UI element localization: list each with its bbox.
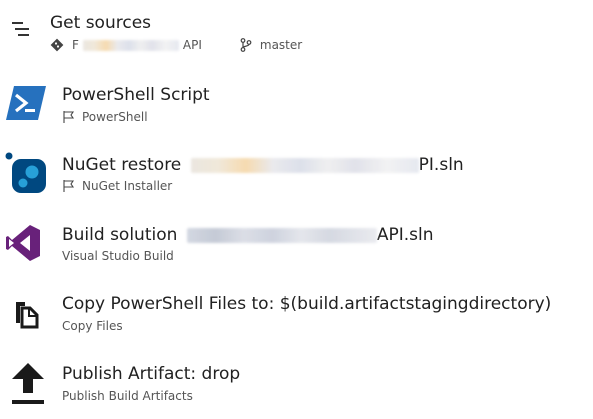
task-subtitle: Publish Build Artifacts <box>62 388 193 404</box>
task-type: Copy Files <box>62 319 123 333</box>
task-title: Build solution API.sln <box>62 224 433 246</box>
task-title-prefix: Build solution <box>62 225 178 245</box>
repository-name-prefix: F <box>72 38 79 52</box>
git-repo-icon <box>50 38 64 52</box>
task-powershell-script[interactable]: PowerShell Script PowerShell <box>0 76 593 140</box>
flag-icon <box>63 111 75 123</box>
task-type: Publish Build Artifacts <box>62 389 193 403</box>
get-sources-list-icon <box>12 22 29 36</box>
task-title: Publish Artifact: drop <box>62 364 241 384</box>
task-title-prefix: NuGet restore <box>62 155 182 175</box>
task-type: NuGet Installer <box>82 179 173 193</box>
task-subtitle: PowerShell <box>62 109 148 125</box>
task-nuget-restore[interactable]: NuGet restore PI.sln NuGet Installer <box>0 145 593 209</box>
task-title-suffix: PI.sln <box>418 155 464 175</box>
task-title-suffix: API.sln <box>376 225 434 245</box>
branch-name: master <box>259 38 303 52</box>
repository-name-suffix: API <box>182 38 202 52</box>
task-build-solution[interactable]: Build solution API.sln Visual Studio Bui… <box>0 215 593 279</box>
redacted-solution-name <box>186 227 377 243</box>
task-publish-artifact[interactable]: Publish Artifact: drop Publish Build Art… <box>0 355 593 419</box>
task-title: Copy PowerShell Files to: $(build.artifa… <box>62 294 552 314</box>
task-copy-files[interactable]: Copy PowerShell Files to: $(build.artifa… <box>0 285 593 349</box>
copy-files-icon <box>16 302 39 329</box>
task-subtitle: Copy Files <box>62 318 123 334</box>
task-title: Get sources <box>50 13 152 33</box>
task-get-sources[interactable]: Get sources F API master <box>0 4 593 68</box>
powershell-icon <box>6 86 46 120</box>
task-subtitle: F API master <box>50 37 302 53</box>
task-title: NuGet restore PI.sln <box>62 154 464 176</box>
task-subtitle: Visual Studio Build <box>62 248 174 264</box>
upload-arrow-icon <box>12 363 44 404</box>
repository: F API <box>50 37 202 53</box>
flag-icon <box>63 180 75 192</box>
visual-studio-icon <box>6 225 40 261</box>
task-subtitle: NuGet Installer <box>62 178 172 194</box>
branch: master <box>240 37 302 53</box>
nuget-icon <box>5 152 46 193</box>
task-title: PowerShell Script <box>62 85 210 105</box>
branch-icon <box>240 38 252 52</box>
redacted-solution-name <box>190 157 419 173</box>
task-type: Visual Studio Build <box>62 249 174 263</box>
task-type: PowerShell <box>82 110 148 124</box>
redacted-repository-name <box>82 39 179 51</box>
